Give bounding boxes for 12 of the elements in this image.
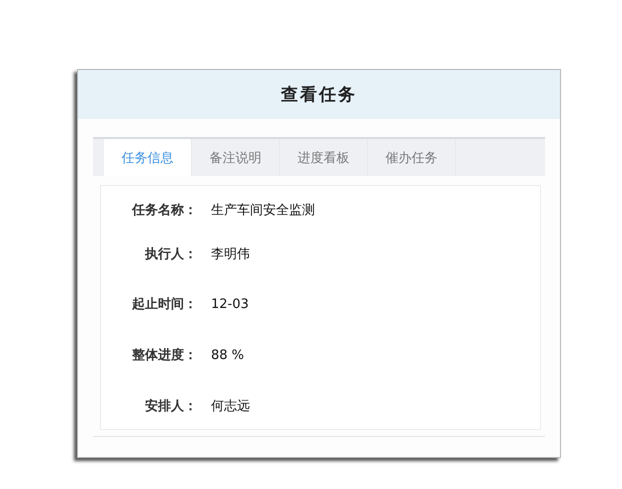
dialog-title: 查看任务 (281, 84, 357, 106)
field-label: 任务名称： (130, 202, 197, 219)
field-label: 执行人： (144, 246, 197, 263)
field-value: 88 % (211, 348, 244, 362)
field-label: 整体进度： (131, 346, 197, 364)
field-value: 何志远 (211, 398, 250, 415)
field-value: 生产车间安全监测 (211, 202, 315, 219)
field-label: 安排人： (144, 398, 197, 415)
field-value: 李明伟 (211, 246, 250, 263)
field-value: 12-03 (211, 296, 249, 312)
field-label: 起止时间： (131, 296, 197, 313)
tab[interactable]: 任务信息 (104, 139, 192, 176)
